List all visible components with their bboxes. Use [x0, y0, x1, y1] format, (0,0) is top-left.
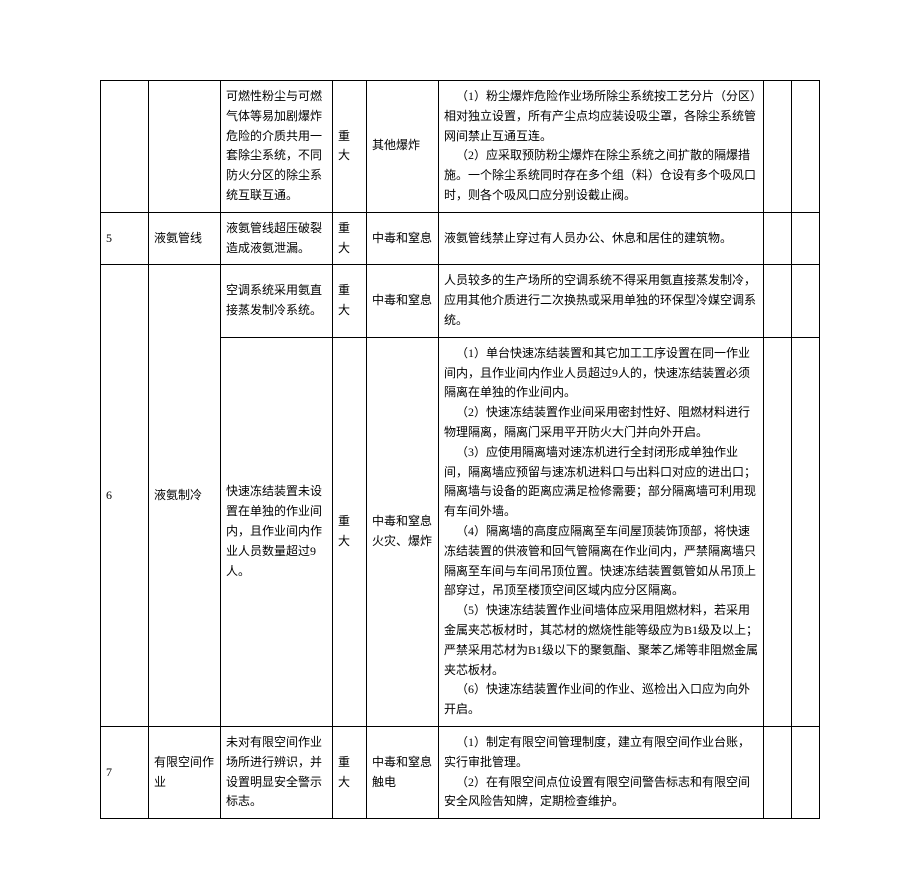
cell-type: 其他爆炸 [367, 81, 439, 213]
cell-type: 中毒和窒息火灾、爆炸 [367, 337, 439, 726]
measure-line: （6）快速冻结装置作业间的作业、巡检出入口应为向外开启。 [444, 680, 758, 720]
cell-measures: 人员较多的生产场所的空调系统不得采用氨直接蒸发制冷，应用其他介质进行二次换热或采… [439, 265, 764, 337]
cell-desc: 空调系统采用氨直接蒸发制冷系统。 [221, 265, 333, 337]
hazard-table: 可燃性粉尘与可燃气体等易加剧爆炸危险的介质共用一套除尘系统，不同防火分区的除尘系… [100, 80, 820, 819]
cell-blank [792, 81, 820, 213]
cell-blank [764, 81, 792, 213]
cell-blank [792, 265, 820, 337]
cell-level: 重大 [333, 265, 367, 337]
table-row: 5 液氨管线 液氨管线超压破裂造成液氨泄漏。 重大 中毒和窒息 液氨管线禁止穿过… [101, 212, 820, 265]
measure-line: （1）制定有限空间管理制度，建立有限空间作业台账，实行审批管理。 [444, 733, 758, 773]
cell-desc: 快速冻结装置未设置在单独的作业间内，且作业间内作业人员数量超过9人。 [221, 337, 333, 726]
measure-line: （5）快速冻结装置作业间墙体应采用阻燃材料，若采用金属夹芯板材时，其芯材的燃烧性… [444, 601, 758, 680]
cell-blank [764, 212, 792, 265]
measure-line: （1）粉尘爆炸危险作业场所除尘系统按工艺分片（分区）相对独立设置，所有产尘点均应… [444, 87, 758, 146]
cell-item [149, 81, 221, 213]
table-row: 可燃性粉尘与可燃气体等易加剧爆炸危险的介质共用一套除尘系统，不同防火分区的除尘系… [101, 81, 820, 213]
cell-desc: 可燃性粉尘与可燃气体等易加剧爆炸危险的介质共用一套除尘系统，不同防火分区的除尘系… [221, 81, 333, 213]
measure-line: （2）快速冻结装置作业间采用密封性好、阻燃材料进行物理隔离，隔离门采用平开防火大… [444, 403, 758, 443]
cell-measures: 液氨管线禁止穿过有人员办公、休息和居住的建筑物。 [439, 212, 764, 265]
cell-num: 5 [101, 212, 149, 265]
cell-level: 重大 [333, 212, 367, 265]
measure-line: （4）隔离墙的高度应隔离至车间屋顶装饰顶部，将快速冻结装置的供液管和回气管隔离在… [444, 522, 758, 601]
measure-line: （2）应采取预防粉尘爆炸在除尘系统之间扩散的隔爆措施。一个除尘系统同时存在多个组… [444, 146, 758, 205]
table-row: 7 有限空间作业 未对有限空间作业场所进行辨识，并设置明显安全警示标志。 重大 … [101, 726, 820, 818]
cell-blank [792, 726, 820, 818]
cell-num [101, 81, 149, 213]
cell-level: 重大 [333, 337, 367, 726]
cell-blank [764, 726, 792, 818]
cell-blank [792, 337, 820, 726]
cell-num: 7 [101, 726, 149, 818]
measure-line: （1）单台快速冻结装置和其它加工工序设置在同一作业间内，且作业间内作业人员超过9… [444, 344, 758, 403]
cell-desc: 液氨管线超压破裂造成液氨泄漏。 [221, 212, 333, 265]
cell-measures: （1）粉尘爆炸危险作业场所除尘系统按工艺分片（分区）相对独立设置，所有产尘点均应… [439, 81, 764, 213]
cell-type: 中毒和窒息 [367, 265, 439, 337]
cell-measures: （1）制定有限空间管理制度，建立有限空间作业台账，实行审批管理。 （2）在有限空… [439, 726, 764, 818]
cell-item: 液氨制冷 [149, 265, 221, 727]
cell-num: 6 [101, 265, 149, 727]
cell-blank [764, 337, 792, 726]
cell-level: 重大 [333, 81, 367, 213]
measure-line: （2）在有限空间点位设置有限空间警告标志和有限空间安全风险告知牌，定期检查维护。 [444, 773, 758, 813]
measure-line: （3）应使用隔离墙对速冻机进行全封闭形成单独作业间，隔离墙应预留与速冻机进料口与… [444, 443, 758, 522]
cell-measures: （1）单台快速冻结装置和其它加工工序设置在同一作业间内，且作业间内作业人员超过9… [439, 337, 764, 726]
cell-item: 有限空间作业 [149, 726, 221, 818]
cell-level: 重大 [333, 726, 367, 818]
cell-blank [792, 212, 820, 265]
cell-item: 液氨管线 [149, 212, 221, 265]
cell-type: 中毒和窒息触电 [367, 726, 439, 818]
cell-desc: 未对有限空间作业场所进行辨识，并设置明显安全警示标志。 [221, 726, 333, 818]
table-row: 6 液氨制冷 空调系统采用氨直接蒸发制冷系统。 重大 中毒和窒息 人员较多的生产… [101, 265, 820, 337]
cell-blank [764, 265, 792, 337]
cell-type: 中毒和窒息 [367, 212, 439, 265]
